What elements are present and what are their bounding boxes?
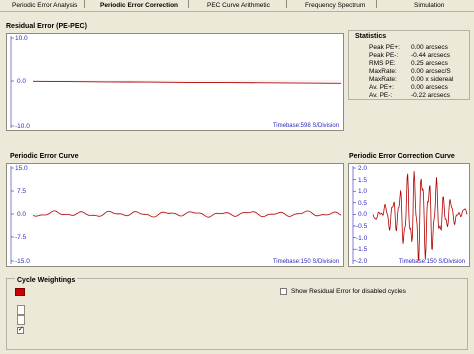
tab-divider: [374, 0, 377, 8]
cycle-weightings-panel: Cycle Weightings ✓ Show Residual Error f…: [6, 277, 468, 350]
tab-simulation[interactable]: Simulation: [414, 2, 444, 9]
stat-label: RMS PE:: [369, 60, 396, 67]
stat-value: -0.22 arcsecs: [411, 92, 451, 99]
pec-correction-curve-title: Periodic Error Correction Curve: [349, 153, 455, 160]
tab-periodic-error-correction[interactable]: Periodic Error Correction: [100, 2, 178, 9]
stat-label: Av. PE-:: [369, 92, 393, 99]
stat-label: Av. PE+:: [369, 84, 394, 91]
residual-error-plot: 10.0 0.0 -10.0 Timebase:598 S/Division: [6, 33, 344, 131]
y-tick-label: 2.0: [358, 165, 368, 172]
y-tick-label: 7.5: [17, 188, 27, 195]
y-tick-label: 0.0: [358, 211, 368, 219]
cycle-weight-slider-bottom[interactable]: [17, 315, 25, 325]
periodic-error-curve-plot: 15.0 7.5 0.0 -7.5 -15.0 Timebase:150 S/D…: [6, 163, 344, 267]
stat-value: 0.00 arcsecs: [411, 44, 448, 51]
periodic-error-curve-graph: [10, 166, 342, 264]
cycle-weightings-title: Cycle Weightings: [15, 277, 78, 284]
show-residual-label: Show Residual Error for disabled cycles: [291, 288, 406, 295]
y-tick-label: 0.5: [358, 199, 368, 207]
cycle-weight-swatch[interactable]: [15, 288, 25, 296]
residual-error-title: Residual Error (PE-PEC): [6, 23, 87, 30]
stat-value: 0.00 arcsec/S: [411, 68, 451, 75]
residual-error-graph: [10, 36, 342, 128]
stat-value: 0.25 arcsecs: [411, 60, 448, 67]
pec-curve-timebase-label: Timebase:150 S/Division: [272, 259, 339, 265]
tab-bar: Periodic Error Analysis Periodic Error C…: [0, 0, 474, 12]
stat-label: Peak PE+:: [369, 44, 400, 51]
y-tick-label: 15.0: [15, 165, 28, 172]
tab-divider: [284, 0, 287, 8]
y-tick-label: -10.0: [15, 123, 30, 130]
tab-periodic-error-analysis[interactable]: Periodic Error Analysis: [12, 2, 77, 9]
y-tick-label: -7.5: [15, 234, 27, 241]
stat-value: 0.00 arcsecs: [411, 84, 448, 91]
y-tick-label: -1.0: [356, 234, 368, 242]
stat-value: 0.00 x sidereal: [411, 76, 454, 83]
y-tick-label: 10.0: [15, 35, 28, 42]
statistics-panel: Statistics Peak PE+: 0.00 arcsecs Peak P…: [348, 30, 470, 100]
cycle-enable-checkbox[interactable]: ✓: [17, 326, 24, 334]
y-tick-label: -1.5: [356, 246, 368, 254]
residual-timebase-label: Timebase:598 S/Division: [272, 123, 339, 129]
periodic-error-curve-title: Periodic Error Curve: [10, 153, 79, 160]
statistics-title: Statistics: [355, 33, 387, 40]
pec-correction-trace: [372, 171, 468, 261]
y-tick-label: 0.0: [17, 211, 27, 218]
tab-pec-curve-arithmetic[interactable]: PEC Curve Arithmetic: [207, 2, 270, 9]
pec-correction-curve-plot: 2.0 1.5 1.0 0.5 0.0 -0.5 -1.0 -1.5 -2.0 …: [348, 163, 470, 267]
stat-label: MaxRate:: [369, 76, 397, 83]
residual-trace: [32, 80, 342, 84]
cycle-weight-slider-top[interactable]: [17, 305, 25, 315]
stat-label: Peak PE-:: [369, 52, 399, 59]
y-tick-label: -2.0: [356, 257, 368, 265]
y-tick-label: 1.5: [358, 176, 368, 184]
show-residual-checkbox[interactable]: [280, 288, 287, 295]
stat-value: -0.44 arcsecs: [411, 52, 451, 59]
pec-correction-timebase-label: Timebase:150 S/Division: [398, 259, 465, 265]
y-tick-label: -0.5: [356, 223, 368, 230]
stat-label: MaxRate:: [369, 68, 397, 75]
y-tick-label: -15.0: [15, 258, 30, 265]
y-tick-label: 0.0: [17, 78, 27, 85]
checkmark-icon: ✓: [18, 326, 24, 333]
tab-divider: [82, 0, 85, 8]
y-tick-label: 1.0: [358, 188, 368, 196]
tab-frequency-spectrum[interactable]: Frequency Spectrum: [305, 2, 365, 9]
tab-divider: [186, 0, 189, 8]
